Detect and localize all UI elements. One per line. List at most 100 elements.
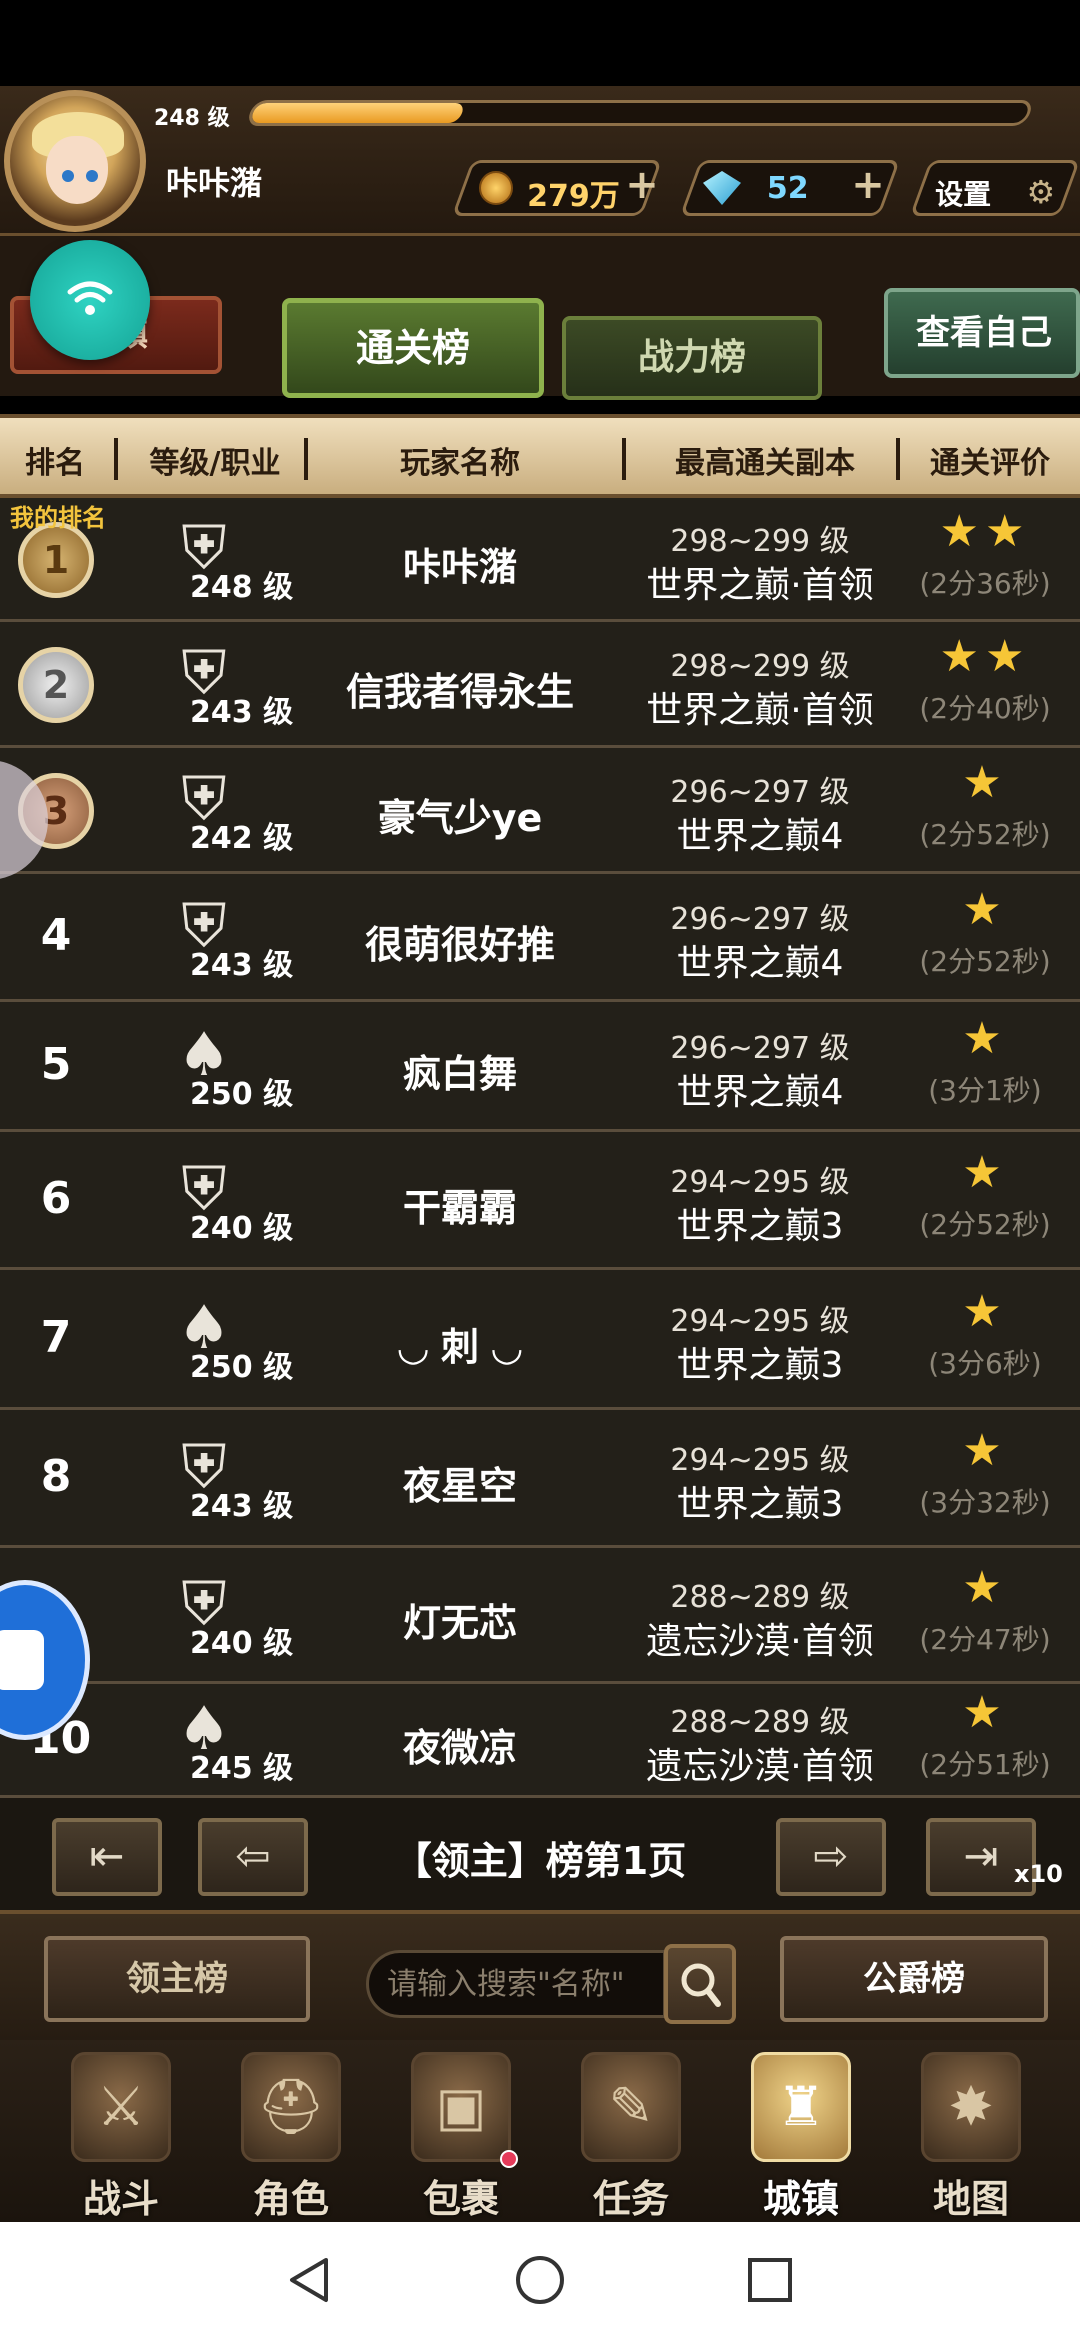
first-page-button[interactable]: ⇤ <box>52 1818 162 1896</box>
tab-power-ranking[interactable]: 战力榜 <box>562 316 822 400</box>
player-avatar[interactable] <box>4 90 146 232</box>
table-row[interactable]: 4 ⛨ 243 级很萌很好推 296~297 级世界之巅4 ★ (2分52秒) <box>0 874 1080 1002</box>
dungeon-name: 世界之巅4 <box>676 943 844 984</box>
player-name: 豪气少ye <box>377 796 543 840</box>
star-rating: ★ <box>962 1013 1008 1064</box>
game-screen: 248 级 咔咔潴 279万 + 52 + 设置 ⚙ 城镇 通关榜 战力榜 查看… <box>0 0 1080 2340</box>
recents-icon[interactable] <box>742 2252 798 2308</box>
table-row[interactable]: 8 ⛨ 243 级夜星空 294~295 级世界之巅3 ★ (3分32秒) <box>0 1410 1080 1548</box>
tab-clear-ranking[interactable]: 通关榜 <box>282 298 544 398</box>
player-level: 242 级 <box>190 821 294 856</box>
duke-ranking-button[interactable]: 公爵榜 <box>780 1936 1048 2022</box>
header-divider <box>304 438 308 480</box>
header-level-class: 等级/职业 <box>149 446 281 481</box>
prev-page-button[interactable]: ⇦ <box>198 1818 308 1896</box>
next-page-button[interactable]: ⇨ <box>776 1818 886 1896</box>
player-level: 250 级 <box>190 1350 294 1385</box>
dungeon-name: 世界之巅4 <box>676 816 844 857</box>
table-row[interactable]: 10 ♠ 245 级夜微凉 288~289 级遗忘沙漠·首领 ★ (2分51秒) <box>0 1684 1080 1798</box>
ranking-list: 1 ⛨ 248 级咔咔潴 298~299 级世界之巅·首领 ★★ (2分36秒) 2 ⛨ 243… <box>0 498 1080 1798</box>
star-rating: ★ <box>962 757 1008 808</box>
player-name: 咔咔潴 <box>166 164 263 202</box>
player-name: ◡ 刺 ◡ <box>398 1325 522 1369</box>
search-icon <box>681 1963 721 2007</box>
dungeon-level: 294~295 级 <box>670 1165 850 1200</box>
home-icon[interactable] <box>512 2252 568 2308</box>
add-diamond-button[interactable]: + <box>842 160 894 216</box>
clear-time: (3分32秒) <box>919 1486 1051 1519</box>
star-rating: ★ <box>962 1425 1008 1476</box>
rank-number: 7 <box>40 1312 72 1363</box>
network-float-button[interactable] <box>30 240 150 360</box>
back-icon[interactable] <box>282 2252 338 2308</box>
player-level: 245 级 <box>190 1751 294 1786</box>
player-name: 疯白舞 <box>402 1052 517 1096</box>
avatar-eye-right <box>86 170 98 182</box>
helmet-icon: ⛑ <box>241 2052 341 2162</box>
avatar-eye-left <box>62 170 74 182</box>
header-rank: 排名 <box>25 446 85 481</box>
clear-time: (3分1秒) <box>928 1074 1042 1107</box>
diamond-amount: 52 <box>766 171 809 206</box>
player-name: 夜微凉 <box>402 1726 517 1770</box>
crossed-swords-icon: ⚔ <box>71 2052 171 2162</box>
nav-town[interactable]: ♜ 城镇 <box>726 2044 876 2221</box>
clear-time: (2分51秒) <box>919 1748 1051 1781</box>
settings-button[interactable]: 设置 ⚙ <box>909 160 1080 216</box>
search-input[interactable] <box>366 1950 666 2018</box>
header-player-name: 玩家名称 <box>400 446 520 481</box>
dungeon-name: 世界之巅·首领 <box>646 565 874 606</box>
player-name: 灯无芯 <box>402 1601 517 1645</box>
player-name: 夜星空 <box>402 1464 517 1508</box>
player-level: 243 级 <box>190 948 294 983</box>
dungeon-name: 遗忘沙漠·首领 <box>646 1621 874 1662</box>
table-row[interactable]: 2 ⛨ 243 级信我者得永生 298~299 级世界之巅·首领 ★★ (2分40秒) <box>0 622 1080 748</box>
nav-quests[interactable]: ✎ 任务 <box>556 2044 706 2221</box>
scroll-quill-icon: ✎ <box>581 2052 681 2162</box>
dungeon-level: 298~299 级 <box>670 524 850 559</box>
header-divider <box>896 438 900 480</box>
nav-bag[interactable]: ▣ 包裹 <box>386 2044 536 2221</box>
table-row[interactable]: 9⛨240 级灯无芯288~289 级遗忘沙漠·首领★(2分47秒) <box>0 1548 1080 1684</box>
table-row[interactable]: 5 ♠ 250 级疯白舞 296~297 级世界之巅4 ★ (3分1秒) <box>0 1002 1080 1132</box>
dungeon-level: 294~295 级 <box>670 1304 850 1339</box>
player-name: 干霸霸 <box>402 1186 517 1230</box>
system-navigation-bar <box>0 2222 1080 2340</box>
rank-number: 6 <box>40 1173 72 1224</box>
settings-label: 设置 <box>935 178 992 211</box>
dungeon-level: 288~289 级 <box>670 1580 850 1615</box>
nav-label: 战斗 <box>82 2177 159 2221</box>
table-row[interactable]: 1 ⛨ 248 级咔咔潴 298~299 级世界之巅·首领 ★★ (2分36秒) <box>0 498 1080 622</box>
player-name: 很萌很好推 <box>364 923 555 967</box>
table-row[interactable]: 7 ♠ 250 级 ◡ 刺 ◡ 294~295 级世界之巅3 ★ (3分6秒) <box>0 1270 1080 1410</box>
star-rating: ★★ <box>939 506 1031 557</box>
gold-amount: 279万 <box>527 179 620 214</box>
player-level: 243 级 <box>190 1489 294 1524</box>
clear-time: (2分36秒) <box>919 567 1051 600</box>
rank-number: 4 <box>40 910 72 961</box>
dungeon-level: 296~297 级 <box>670 902 850 937</box>
search-button[interactable] <box>664 1944 736 2024</box>
robot-icon <box>0 1630 44 1690</box>
notification-dot <box>500 2150 518 2168</box>
view-self-button[interactable]: 查看自己 <box>884 288 1080 378</box>
star-rating: ★★ <box>939 631 1031 682</box>
dungeon-level: 288~289 级 <box>670 1705 850 1740</box>
nav-battle[interactable]: ⚔ 战斗 <box>46 2044 196 2221</box>
nav-label: 角色 <box>252 2177 329 2221</box>
rank-number: 5 <box>40 1039 72 1090</box>
dungeon-name: 世界之巅3 <box>676 1345 844 1386</box>
nav-character[interactable]: ⛑ 角色 <box>216 2044 366 2221</box>
table-row[interactable]: 3 ⛨ 242 级豪气少ye 296~297 级世界之巅4 ★ (2分52秒) <box>0 748 1080 874</box>
lord-ranking-button[interactable]: 领主榜 <box>44 1936 310 2022</box>
dungeon-name: 遗忘沙漠·首领 <box>646 1746 874 1787</box>
avatar-face <box>46 136 108 204</box>
add-gold-button[interactable]: + <box>616 160 668 216</box>
castle-tower-icon: ♜ <box>751 2052 851 2162</box>
diamond-icon <box>703 171 741 205</box>
nav-map[interactable]: ✸ 地图 <box>896 2044 1046 2221</box>
table-row[interactable]: 6 ⛨ 240 级干霸霸 294~295 级世界之巅3 ★ (2分52秒) <box>0 1132 1080 1270</box>
header-best-dungeon: 最高通关副本 <box>675 446 855 481</box>
player-level: 240 级 <box>190 1211 294 1246</box>
page-indicator: 【领主】榜第1页 <box>393 1839 687 1883</box>
